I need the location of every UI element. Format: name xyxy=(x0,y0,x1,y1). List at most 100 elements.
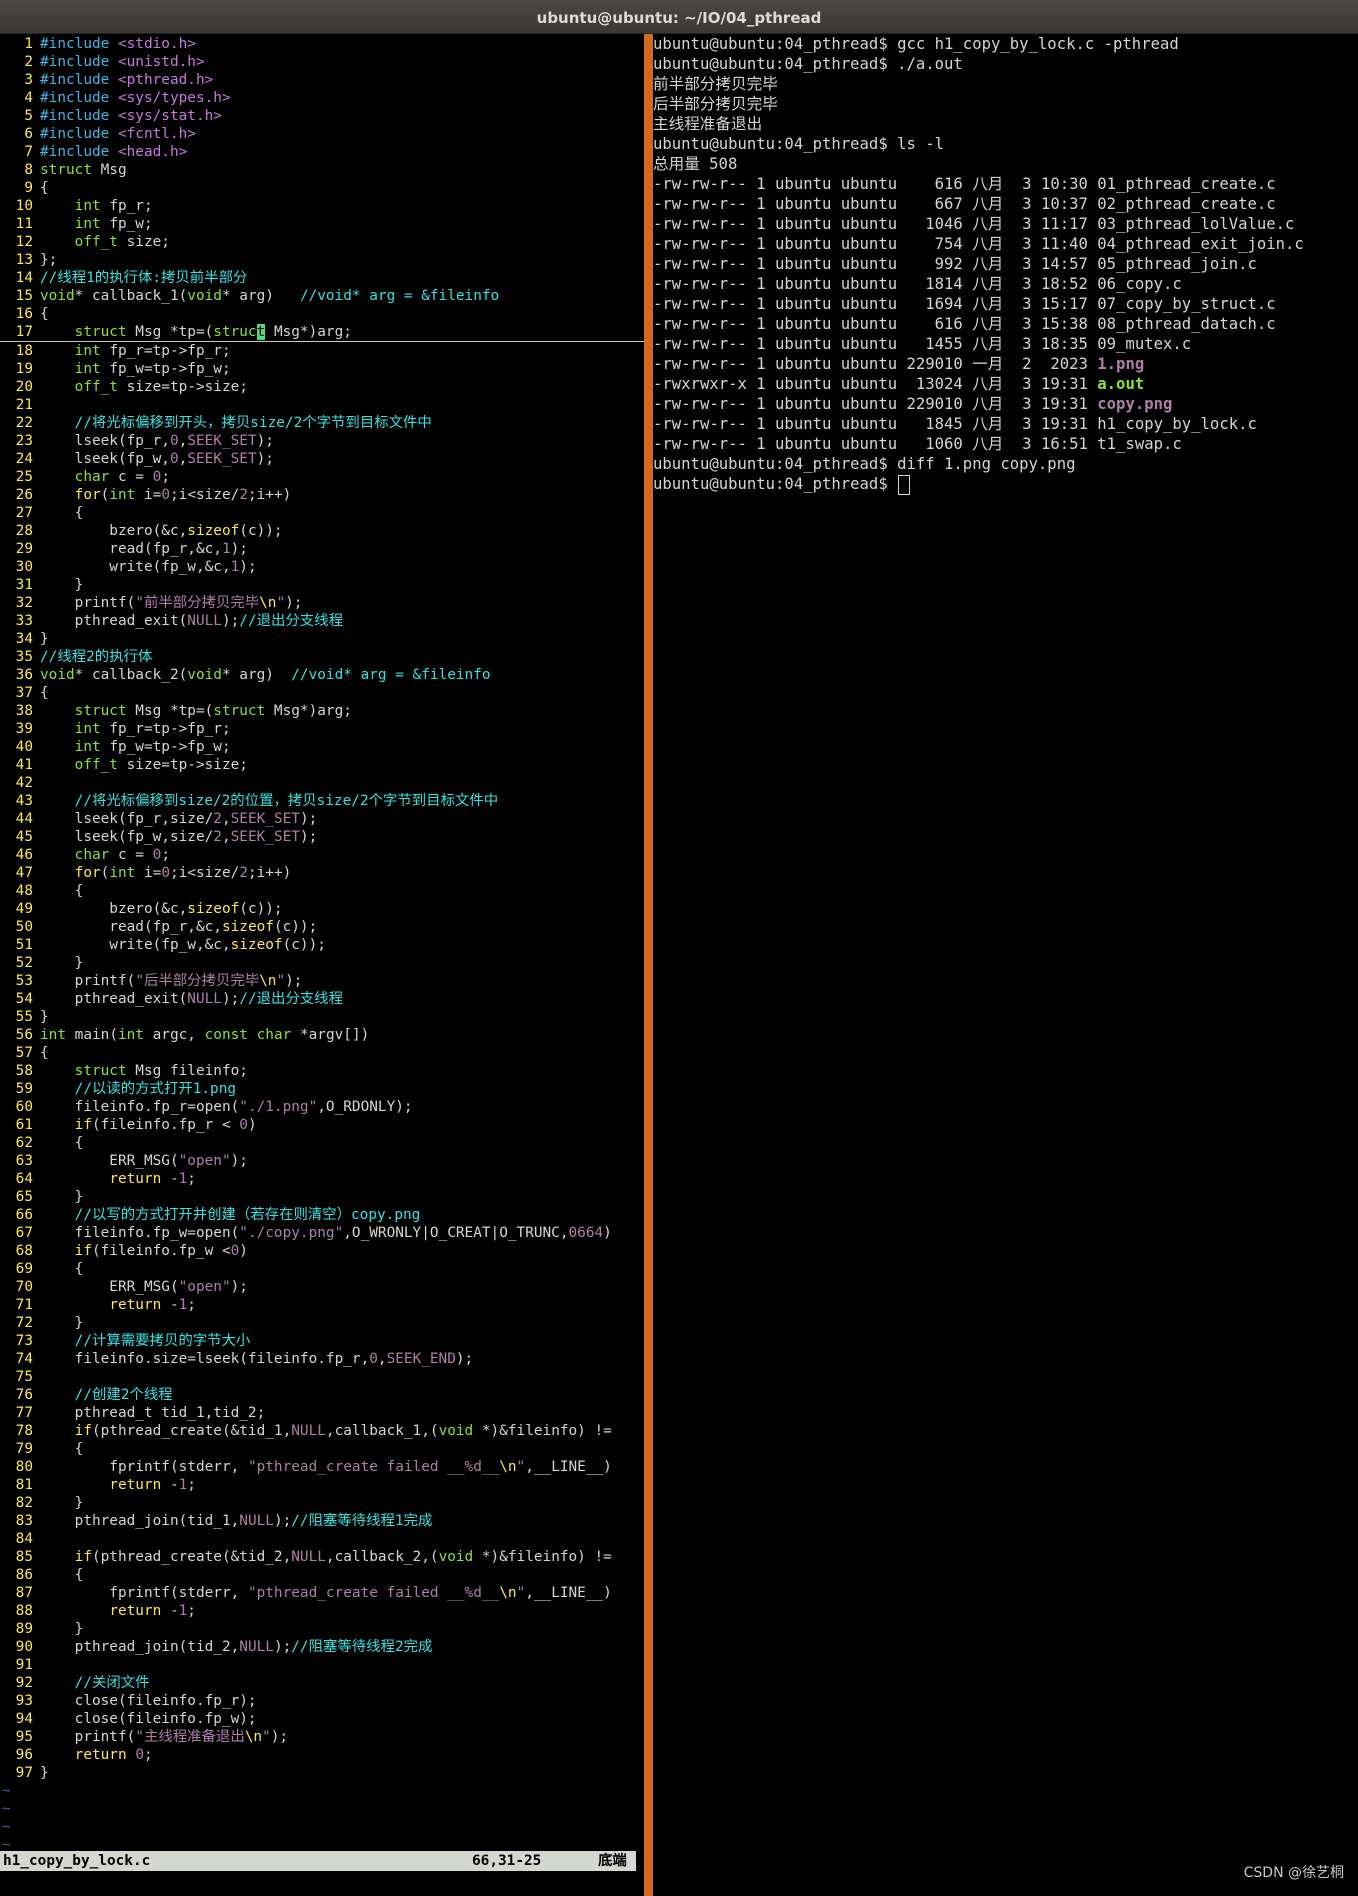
code-line[interactable]: 76 //创建2个线程 xyxy=(0,1386,644,1404)
code-line[interactable]: 21 xyxy=(0,396,644,414)
code-line[interactable]: 19 int fp_w=tp->fp_w; xyxy=(0,360,644,378)
code-line[interactable]: 48 { xyxy=(0,882,644,900)
code-line[interactable]: 39 int fp_r=tp->fp_r; xyxy=(0,720,644,738)
code-line[interactable]: 72 } xyxy=(0,1314,644,1332)
code-line[interactable]: 97} xyxy=(0,1764,644,1782)
code-line[interactable]: 78 if(pthread_create(&tid_1,NULL,callbac… xyxy=(0,1422,644,1440)
code-line[interactable]: 14 //线程1的执行体:拷贝前半部分 xyxy=(0,269,644,287)
code-line[interactable]: 12 off_t size; xyxy=(0,233,644,251)
code-line[interactable]: 47 for(int i=0;i<size/2;i++) xyxy=(0,864,644,882)
code-line[interactable]: 1 #include <stdio.h> xyxy=(0,35,644,53)
code-line[interactable]: 3 #include <pthread.h> xyxy=(0,71,644,89)
code-line[interactable]: 87 fprintf(stderr, "pthread_create faile… xyxy=(0,1584,644,1602)
code-line[interactable]: 35 //线程2的执行体 xyxy=(0,648,644,666)
code-line[interactable]: 46 char c = 0; xyxy=(0,846,644,864)
code-line[interactable]: 45 lseek(fp_w,size/2,SEEK_SET); xyxy=(0,828,644,846)
terminal-pane[interactable]: ubuntu@ubuntu:04_pthread$ gcc h1_copy_by… xyxy=(653,34,1358,1896)
code-line[interactable]: 41 off_t size=tp->size; xyxy=(0,756,644,774)
code-line[interactable]: 58 struct Msg fileinfo; xyxy=(0,1062,644,1080)
code-line[interactable]: 68 if(fileinfo.fp_w <0) xyxy=(0,1242,644,1260)
code-line[interactable]: 50 read(fp_r,&c,sizeof(c)); xyxy=(0,918,644,936)
code-line[interactable]: 26 for(int i=0;i<size/2;i++) xyxy=(0,486,644,504)
code-line[interactable]: 53 printf("后半部分拷贝完毕\n"); xyxy=(0,972,644,990)
code-line[interactable]: 94 close(fileinfo.fp_w); xyxy=(0,1710,644,1728)
code-line[interactable]: 96 return 0; xyxy=(0,1746,644,1764)
code-line[interactable]: 40 int fp_w=tp->fp_w; xyxy=(0,738,644,756)
code-line[interactable]: 49 bzero(&c,sizeof(c)); xyxy=(0,900,644,918)
code-line[interactable]: 15 void* callback_1(void* arg) //void* ar… xyxy=(0,287,644,305)
code-line[interactable]: 17 struct Msg *tp=(struct Msg*)arg; xyxy=(0,323,644,342)
window-titlebar[interactable]: ubuntu@ubuntu: ~/IO/04_pthread xyxy=(0,0,1358,34)
code-line[interactable]: 6 #include <fcntl.h> xyxy=(0,125,644,143)
code-line[interactable]: 52 } xyxy=(0,954,644,972)
code-line[interactable]: 32 printf("前半部分拷贝完毕\n"); xyxy=(0,594,644,612)
code-line[interactable]: 51 write(fp_w,&c,sizeof(c)); xyxy=(0,936,644,954)
code-line[interactable]: 25 char c = 0; xyxy=(0,468,644,486)
code-line[interactable]: 18 int fp_r=tp->fp_r; xyxy=(0,342,644,360)
code-line[interactable]: 91 xyxy=(0,1656,644,1674)
code-line[interactable]: 70 ERR_MSG("open"); xyxy=(0,1278,644,1296)
code-line[interactable]: 63 ERR_MSG("open"); xyxy=(0,1152,644,1170)
code-line[interactable]: 82 } xyxy=(0,1494,644,1512)
code-line[interactable]: 64 return -1; xyxy=(0,1170,644,1188)
code-line[interactable]: 30 write(fp_w,&c,1); xyxy=(0,558,644,576)
code-line[interactable]: 93 close(fileinfo.fp_r); xyxy=(0,1692,644,1710)
code-line[interactable]: 20 off_t size=tp->size; xyxy=(0,378,644,396)
code-line[interactable]: 60 fileinfo.fp_r=open("./1.png",O_RDONLY… xyxy=(0,1098,644,1116)
code-line[interactable]: 57 { xyxy=(0,1044,644,1062)
code-line[interactable]: 92 //关闭文件 xyxy=(0,1674,644,1692)
code-line[interactable]: 24 lseek(fp_w,0,SEEK_SET); xyxy=(0,450,644,468)
code-line[interactable]: 84 xyxy=(0,1530,644,1548)
code-line[interactable]: 62 { xyxy=(0,1134,644,1152)
code-line[interactable]: 77 pthread_t tid_1,tid_2; xyxy=(0,1404,644,1422)
code-line[interactable]: 89 } xyxy=(0,1620,644,1638)
code-line[interactable]: 61 if(fileinfo.fp_r < 0) xyxy=(0,1116,644,1134)
code-line[interactable]: 74 fileinfo.size=lseek(fileinfo.fp_r,0,S… xyxy=(0,1350,644,1368)
code-line[interactable]: 44 lseek(fp_r,size/2,SEEK_SET); xyxy=(0,810,644,828)
code-line[interactable]: 95 printf("主线程准备退出\n"); xyxy=(0,1728,644,1746)
code-line[interactable]: 83 pthread_join(tid_1,NULL);//阻塞等待线程1完成 xyxy=(0,1512,644,1530)
code-line[interactable]: 69 { xyxy=(0,1260,644,1278)
code-line[interactable]: 66 //以写的方式打开并创建（若存在则清空）copy.png xyxy=(0,1206,644,1224)
code-line[interactable]: 4 #include <sys/types.h> xyxy=(0,89,644,107)
code-line[interactable]: 54 pthread_exit(NULL);//退出分支线程 xyxy=(0,990,644,1008)
code-line[interactable]: 38 struct Msg *tp=(struct Msg*)arg; xyxy=(0,702,644,720)
code-line[interactable]: 73 //计算需要拷贝的字节大小 xyxy=(0,1332,644,1350)
terminal-output[interactable]: ubuntu@ubuntu:04_pthread$ gcc h1_copy_by… xyxy=(653,34,1304,495)
code-line[interactable]: 23 lseek(fp_r,0,SEEK_SET); xyxy=(0,432,644,450)
code-line[interactable]: 37 { xyxy=(0,684,644,702)
code-area[interactable]: 1 #include <stdio.h> 2 #include <unistd.h> 3… xyxy=(0,35,644,1854)
code-line[interactable]: 85 if(pthread_create(&tid_2,NULL,callbac… xyxy=(0,1548,644,1566)
code-line[interactable]: 29 read(fp_r,&c,1); xyxy=(0,540,644,558)
code-line[interactable]: 79 { xyxy=(0,1440,644,1458)
code-line[interactable]: 31 } xyxy=(0,576,644,594)
code-line[interactable]: 10 int fp_r; xyxy=(0,197,644,215)
code-line[interactable]: 42 xyxy=(0,774,644,792)
code-line[interactable]: 13}; xyxy=(0,251,644,269)
code-line[interactable]: 56 int main(int argc, const char *argv[]) xyxy=(0,1026,644,1044)
code-line[interactable]: 36 void* callback_2(void* arg) //void* ar… xyxy=(0,666,644,684)
vim-editor-pane[interactable]: 1 #include <stdio.h> 2 #include <unistd.h> 3… xyxy=(0,34,644,1896)
code-line[interactable]: 80 fprintf(stderr, "pthread_create faile… xyxy=(0,1458,644,1476)
code-line[interactable]: 34} xyxy=(0,630,644,648)
code-line[interactable]: 43 //将光标偏移到size/2的位置，拷贝size/2个字节到目标文件中 xyxy=(0,792,644,810)
code-line[interactable]: 88 return -1; xyxy=(0,1602,644,1620)
code-line[interactable]: 22 //将光标偏移到开头，拷贝size/2个字节到目标文件中 xyxy=(0,414,644,432)
code-line[interactable]: 90 pthread_join(tid_2,NULL);//阻塞等待线程2完成 xyxy=(0,1638,644,1656)
code-line[interactable]: 11 int fp_w; xyxy=(0,215,644,233)
pane-divider[interactable] xyxy=(644,34,653,1896)
code-line[interactable]: 67 fileinfo.fp_w=open("./copy.png",O_WRO… xyxy=(0,1224,644,1242)
code-line[interactable]: 71 return -1; xyxy=(0,1296,644,1314)
code-line[interactable]: 59 //以读的方式打开1.png xyxy=(0,1080,644,1098)
code-line[interactable]: 28 bzero(&c,sizeof(c)); xyxy=(0,522,644,540)
code-line[interactable]: 65 } xyxy=(0,1188,644,1206)
code-line[interactable]: 86 { xyxy=(0,1566,644,1584)
code-line[interactable]: 7 #include <head.h> xyxy=(0,143,644,161)
code-line[interactable]: 27 { xyxy=(0,504,644,522)
code-line[interactable]: 8 struct Msg xyxy=(0,161,644,179)
code-line[interactable]: 75 xyxy=(0,1368,644,1386)
code-line[interactable]: 33 pthread_exit(NULL);//退出分支线程 xyxy=(0,612,644,630)
code-line[interactable]: 55} xyxy=(0,1008,644,1026)
code-line[interactable]: 9{ xyxy=(0,179,644,197)
code-line[interactable]: 16 { xyxy=(0,305,644,323)
